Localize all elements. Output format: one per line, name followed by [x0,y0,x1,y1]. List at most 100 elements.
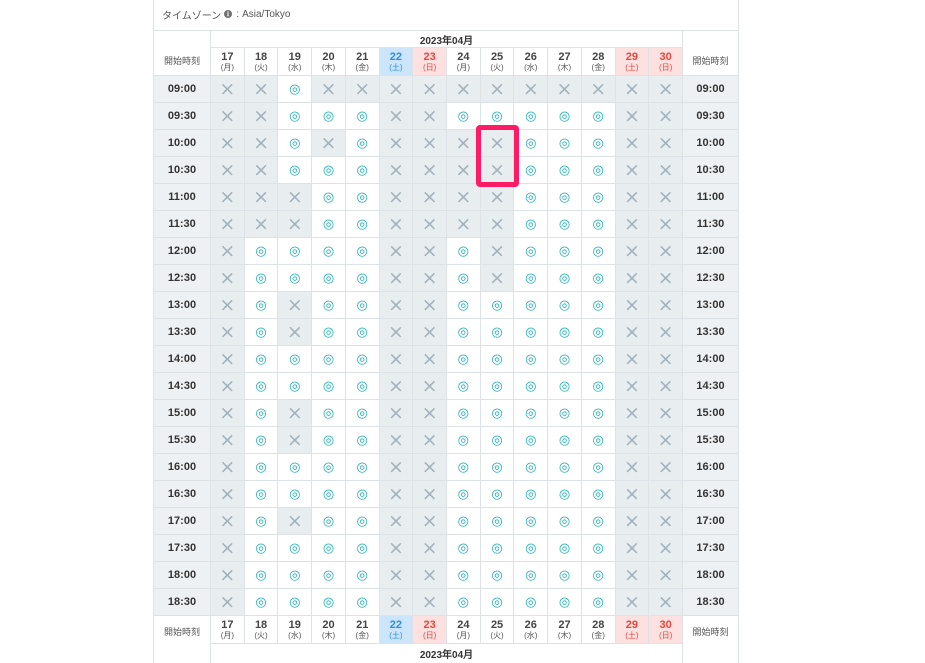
slot-available[interactable]: ◎ [244,508,278,534]
slot-available[interactable]: ◎ [244,319,278,345]
slot-available[interactable]: ◎ [345,400,379,426]
slot-available[interactable]: ◎ [447,481,480,507]
slot-available[interactable]: ◎ [514,157,548,183]
slot-available[interactable]: ◎ [345,265,379,291]
slot-available[interactable]: ◎ [312,211,345,237]
slot-available[interactable]: ◎ [447,346,480,372]
slot-available[interactable]: ◎ [244,535,278,561]
slot-available[interactable]: ◎ [345,562,379,588]
slot-available[interactable]: ◎ [447,319,480,345]
slot-available[interactable]: ◎ [447,589,480,615]
slot-available[interactable]: ◎ [345,319,379,345]
slot-available[interactable]: ◎ [447,562,480,588]
slot-available[interactable]: ◎ [244,292,278,318]
slot-available[interactable]: ◎ [581,562,615,588]
slot-available[interactable]: ◎ [345,373,379,399]
slot-available[interactable]: ◎ [345,211,379,237]
slot-available[interactable]: ◎ [480,319,514,345]
slot-available[interactable]: ◎ [480,427,514,453]
slot-available[interactable]: ◎ [548,400,581,426]
slot-available[interactable]: ◎ [514,508,548,534]
slot-available[interactable]: ◎ [581,319,615,345]
slot-available[interactable]: ◎ [514,211,548,237]
slot-available[interactable]: ◎ [447,292,480,318]
slot-available[interactable]: ◎ [447,535,480,561]
slot-available[interactable]: ◎ [447,103,480,129]
slot-available[interactable]: ◎ [447,454,480,480]
slot-available[interactable]: ◎ [514,184,548,210]
slot-available[interactable]: ◎ [548,130,581,156]
slot-available[interactable]: ◎ [312,562,345,588]
slot-available[interactable]: ◎ [514,292,548,318]
slot-available[interactable]: ◎ [447,427,480,453]
slot-available[interactable]: ◎ [278,589,312,615]
slot-available[interactable]: ◎ [548,481,581,507]
slot-available[interactable]: ◎ [581,346,615,372]
slot-available[interactable]: ◎ [480,589,514,615]
info-icon[interactable] [224,10,233,18]
slot-available[interactable]: ◎ [447,265,480,291]
slot-available[interactable]: ◎ [548,103,581,129]
slot-available[interactable]: ◎ [514,427,548,453]
slot-available[interactable]: ◎ [514,589,548,615]
slot-available[interactable]: ◎ [581,292,615,318]
slot-available[interactable]: ◎ [345,454,379,480]
slot-available[interactable]: ◎ [312,481,345,507]
slot-available[interactable]: ◎ [345,481,379,507]
slot-available[interactable]: ◎ [581,211,615,237]
slot-available[interactable]: ◎ [514,265,548,291]
slot-available[interactable]: ◎ [345,292,379,318]
slot-available[interactable]: ◎ [480,373,514,399]
slot-available[interactable]: ◎ [581,481,615,507]
slot-available[interactable]: ◎ [581,454,615,480]
slot-available[interactable]: ◎ [278,346,312,372]
slot-available[interactable]: ◎ [345,238,379,264]
slot-available[interactable]: ◎ [480,562,514,588]
slot-available[interactable]: ◎ [244,454,278,480]
slot-available[interactable]: ◎ [312,319,345,345]
slot-available[interactable]: ◎ [345,130,379,156]
slot-available[interactable]: ◎ [581,427,615,453]
slot-available[interactable]: ◎ [447,373,480,399]
slot-available[interactable]: ◎ [447,238,480,264]
slot-available[interactable]: ◎ [548,292,581,318]
slot-available[interactable]: ◎ [312,157,345,183]
slot-available[interactable]: ◎ [278,157,312,183]
slot-available[interactable]: ◎ [581,184,615,210]
slot-available[interactable]: ◎ [548,508,581,534]
slot-available[interactable]: ◎ [244,481,278,507]
slot-available[interactable]: ◎ [514,562,548,588]
slot-available[interactable]: ◎ [548,373,581,399]
slot-available[interactable]: ◎ [548,562,581,588]
slot-available[interactable]: ◎ [548,454,581,480]
slot-available[interactable]: ◎ [244,589,278,615]
slot-available[interactable]: ◎ [581,373,615,399]
slot-available[interactable]: ◎ [312,292,345,318]
slot-available[interactable]: ◎ [581,103,615,129]
slot-available[interactable]: ◎ [312,427,345,453]
slot-available[interactable]: ◎ [244,373,278,399]
slot-available[interactable]: ◎ [548,184,581,210]
slot-available[interactable]: ◎ [312,238,345,264]
slot-available[interactable]: ◎ [548,157,581,183]
slot-available[interactable]: ◎ [480,508,514,534]
slot-available[interactable]: ◎ [514,319,548,345]
slot-available[interactable]: ◎ [514,454,548,480]
slot-available[interactable]: ◎ [581,238,615,264]
slot-available[interactable]: ◎ [548,238,581,264]
slot-available[interactable]: ◎ [514,130,548,156]
slot-available[interactable]: ◎ [312,454,345,480]
slot-available[interactable]: ◎ [514,346,548,372]
slot-available[interactable]: ◎ [312,535,345,561]
slot-available[interactable]: ◎ [278,76,312,102]
slot-available[interactable]: ◎ [581,130,615,156]
slot-available[interactable]: ◎ [278,265,312,291]
slot-available[interactable]: ◎ [480,454,514,480]
slot-available[interactable]: ◎ [278,454,312,480]
slot-available[interactable]: ◎ [345,589,379,615]
slot-available[interactable]: ◎ [480,535,514,561]
slot-available[interactable]: ◎ [480,103,514,129]
slot-available[interactable]: ◎ [312,400,345,426]
slot-available[interactable]: ◎ [244,562,278,588]
slot-available[interactable]: ◎ [278,103,312,129]
